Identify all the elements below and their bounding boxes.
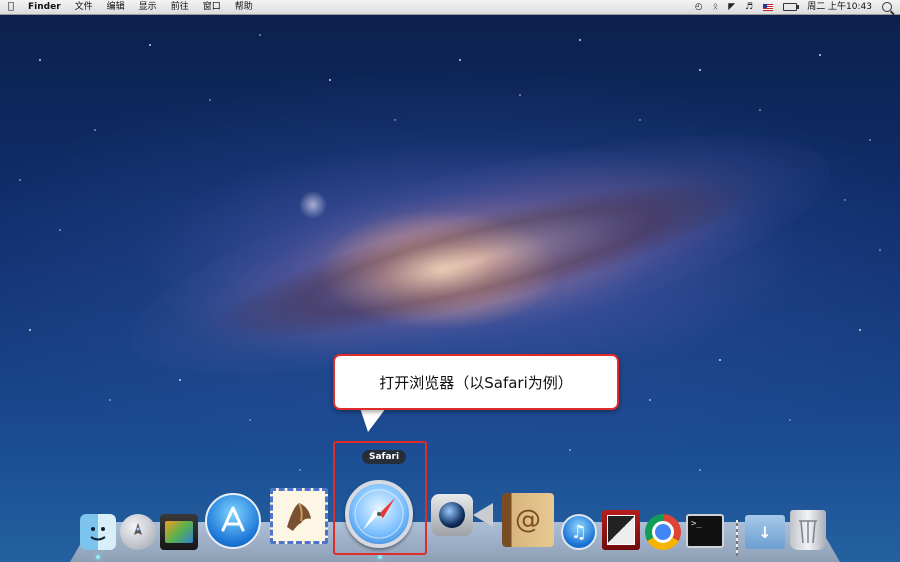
callout-tail bbox=[360, 408, 386, 432]
dock-divider bbox=[736, 520, 738, 556]
time-machine-icon[interactable]: ◴ bbox=[695, 0, 703, 14]
facetime-icon[interactable] bbox=[430, 494, 494, 536]
launchpad-icon[interactable] bbox=[120, 514, 156, 550]
input-source-flag-icon[interactable] bbox=[763, 3, 774, 11]
menu-go[interactable]: 前往 bbox=[171, 0, 189, 14]
downloads-folder-icon[interactable]: ↓ bbox=[745, 515, 785, 549]
photo-booth-icon[interactable] bbox=[160, 514, 198, 550]
stars bbox=[19, 34, 881, 471]
desktop-wallpaper bbox=[0, 0, 900, 562]
menu-file[interactable]: 文件 bbox=[75, 0, 93, 14]
menu-bar:  Finder 文件 编辑 显示 前往 窗口 帮助 ◴ ᛟ ◤ ♬ 周二 上午… bbox=[0, 0, 900, 15]
app-store-icon[interactable] bbox=[205, 493, 261, 549]
finder-icon[interactable] bbox=[80, 514, 116, 550]
bluetooth-icon[interactable]: ᛟ bbox=[713, 0, 718, 14]
instruction-callout: 打开浏览器（以Safari为例） bbox=[333, 354, 619, 410]
menu-view[interactable]: 显示 bbox=[139, 0, 157, 14]
apple-menu-icon[interactable]:  bbox=[8, 0, 14, 14]
menubar-clock[interactable]: 周二 上午10:43 bbox=[807, 0, 872, 14]
callout-text: 打开浏览器（以Safari为例） bbox=[379, 373, 573, 392]
volume-icon[interactable]: ♬ bbox=[745, 0, 753, 14]
chrome-icon[interactable] bbox=[645, 514, 681, 550]
address-book-icon[interactable]: @ bbox=[502, 493, 554, 547]
wifi-icon[interactable]: ◤ bbox=[728, 0, 735, 14]
app-menu-finder[interactable]: Finder bbox=[28, 0, 61, 14]
trash-icon[interactable] bbox=[790, 510, 826, 550]
terminal-icon[interactable]: >_ bbox=[686, 514, 724, 548]
photo-icon[interactable] bbox=[602, 510, 640, 550]
mail-icon[interactable] bbox=[270, 488, 328, 544]
battery-icon[interactable] bbox=[783, 3, 800, 11]
menu-window[interactable]: 窗口 bbox=[203, 0, 221, 14]
dock-tooltip: Safari bbox=[362, 450, 407, 464]
itunes-icon[interactable]: ♫ bbox=[561, 514, 597, 550]
menu-help[interactable]: 帮助 bbox=[235, 0, 253, 14]
menu-edit[interactable]: 编辑 bbox=[107, 0, 125, 14]
spotlight-search-icon[interactable] bbox=[882, 2, 892, 12]
